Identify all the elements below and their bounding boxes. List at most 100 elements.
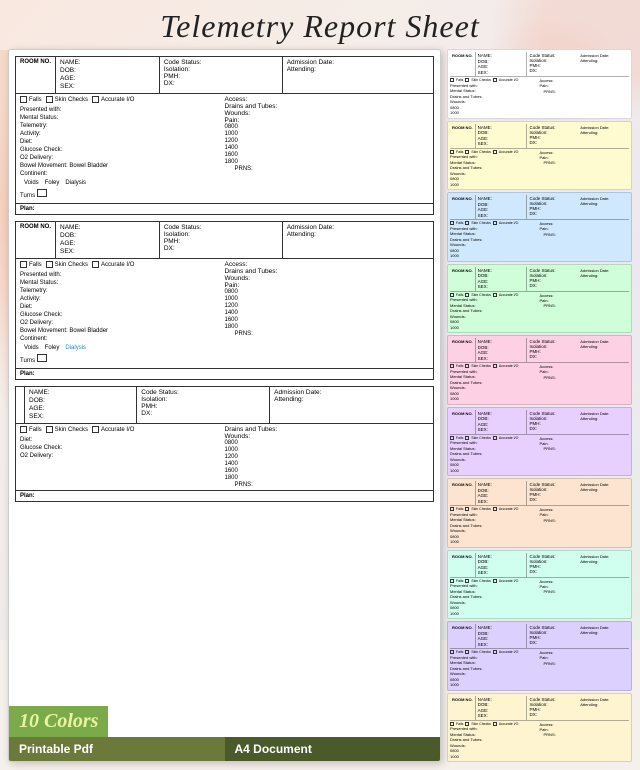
voiding-row: Voids Foley Dialysis [20,179,225,187]
patient-info-3: NAME: DOB: AGE: SEX: [25,387,137,423]
cv-right-pink: Access: Pain: PRNS: [538,364,630,402]
cv-admission-yellow: Admission Date: Attending: [578,124,629,148]
form-left-2: Falls Skin Checks Accurate I/O [20,261,225,366]
cv-patient-mint: NAME: DOB: AGE: SEX: [476,553,528,577]
cv-right-blue: Access: Pain: PRNS: [538,221,630,259]
cv-header-peach: ROOM NO. NAME: DOB: AGE: SEX: Code Statu… [450,481,629,506]
form-body-1: Falls Skin Checks Accurate I/O [16,94,433,203]
cv-inner-lavender: ROOM NO. NAME: DOB: AGE: SEX: Code Statu… [448,622,631,690]
prns-area-2: PRNS: [235,331,430,337]
sex-field: SEX: [60,83,155,90]
cv-patient-yellow: NAME: DOB: AGE: SEX: [476,124,528,148]
cv-body-pink: Falls Skin Checks Accurate I/O Presented… [450,364,629,402]
cv-room-white: ROOM NO. [450,52,476,76]
falls-label: Falls [29,97,42,103]
age-field: AGE: [60,75,155,82]
form-left-1: Falls Skin Checks Accurate I/O [20,96,225,201]
cv-body-yellow: Falls Skin Checks Accurate I/O Presented… [450,150,629,188]
foley-label: Foley [45,180,60,186]
form-header-2: ROOM NO. NAME: DOB: AGE: SEX: Code Statu… [16,222,433,259]
pmh-label: PMH: [164,73,278,80]
cv-right-peach: Access: Pain: PRNS: [538,507,630,545]
color-variant-peach: ROOM NO. NAME: DOB: AGE: SEX: Code Statu… [447,478,632,548]
color-variant-pink: ROOM NO. NAME: DOB: AGE: SEX: Code Statu… [447,335,632,405]
cv-left-green: Falls Skin Checks Accurate I/O Presented… [450,293,538,331]
cv-code-purple: Code Status: Isolation: PMH: DX: [527,410,578,434]
room-no-label: ROOM NO. [16,57,56,93]
cv-admission-white: Admission Date: Attending: [578,52,629,76]
cv-left-cream: Falls Skin Checks Accurate I/O Presented… [450,722,538,760]
cv-admission-purple: Admission Date: Attending: [578,410,629,434]
color-variant-green: ROOM NO. NAME: DOB: AGE: SEX: Code Statu… [447,264,632,334]
patient-info-2: NAME: DOB: AGE: SEX: [56,222,160,258]
dialysis-label: Dialysis [65,180,86,186]
falls-cb-box [20,96,27,103]
cv-room-yellow: ROOM NO. [450,124,476,148]
color-variant-cream: ROOM NO. NAME: DOB: AGE: SEX: Code Statu… [447,693,632,763]
cv-code-lavender: Code Status: Isolation: PMH: DX: [527,624,578,648]
form-right-1: Access: Drains and Tubes: Wounds: Pain: … [225,96,430,201]
cv-left-pink: Falls Skin Checks Accurate I/O Presented… [450,364,538,402]
cv-right-green: Access: Pain: PRNS: [538,293,630,331]
cv-header-blue: ROOM NO. NAME: DOB: AGE: SEX: Code Statu… [450,195,629,220]
cv-patient-cream: NAME: DOB: AGE: SEX: [476,696,528,720]
cv-inner-cream: ROOM NO. NAME: DOB: AGE: SEX: Code Statu… [448,694,631,762]
admission-col-3: Admission Date: Attending: [270,387,433,423]
cv-header-pink: ROOM NO. NAME: DOB: AGE: SEX: Code Statu… [450,338,629,363]
patient-info-1: NAME: DOB: AGE: SEX: [56,57,160,93]
report-form: ROOM NO. NAME: DOB: AGE: SEX: Code Statu… [15,56,434,502]
cv-room-mint: ROOM NO. [450,553,476,577]
cv-body-blue: Falls Skin Checks Accurate I/O Presented… [450,221,629,259]
cv-left-blue: Falls Skin Checks Accurate I/O Presented… [450,221,538,259]
form-left-3: Falls Skin Checks Accurate I/O [20,426,225,488]
cv-room-peach: ROOM NO. [450,481,476,505]
main-container: Telemetry Report Sheet ROOM NO. NAME: DO… [0,0,640,640]
cv-right-lavender: Access: Pain: PRNS: [538,650,630,688]
skin-checks-label: Skin Checks [55,97,88,103]
cv-code-blue: Code Status: Isolation: PMH: DX: [527,195,578,219]
color-variant-purple: ROOM NO. NAME: DOB: AGE: SEX: Code Statu… [447,407,632,477]
colors-label-container: 10 Colors [9,706,108,737]
form-body-2: Falls Skin Checks Accurate I/O [16,259,433,368]
code-status-col-2: Code Status: Isolation: PMH: DX: [160,222,283,258]
code-status-col-3: Code Status: Isolation: PMH: DX: [137,387,270,423]
cv-body-peach: Falls Skin Checks Accurate I/O Presented… [450,507,629,545]
cv-header-green: ROOM NO. NAME: DOB: AGE: SEX: Code Statu… [450,267,629,292]
turns-box [37,189,47,197]
voids-label: Voids [24,180,39,186]
checkboxes-row-2: Falls Skin Checks Accurate I/O [20,261,225,270]
time-1800: 1800 [225,159,430,165]
cv-left-peach: Falls Skin Checks Accurate I/O Presented… [450,507,538,545]
isolation-label: Isolation: [164,66,278,73]
content-area: ROOM NO. NAME: DOB: AGE: SEX: Code Statu… [0,49,640,770]
glucose-check: Glucose Check: [20,147,225,153]
prns-label: PRNS: [235,166,253,172]
skin-checkbox-2: Skin Checks [46,261,88,268]
cv-room-purple: ROOM NO. [450,410,476,434]
cv-patient-green: NAME: DOB: AGE: SEX: [476,267,528,291]
document-preview: ROOM NO. NAME: DOB: AGE: SEX: Code Statu… [8,49,441,762]
cv-header-mint: ROOM NO. NAME: DOB: AGE: SEX: Code Statu… [450,553,629,578]
cv-code-peach: Code Status: Isolation: PMH: DX: [527,481,578,505]
cv-body-lavender: Falls Skin Checks Accurate I/O Presented… [450,650,629,688]
cv-inner-white: ROOM NO. NAME: DOB: AGE: SEX: Code Statu… [448,50,631,118]
color-variant-white: ROOM NO. NAME: DOB: AGE: SEX: Code Statu… [447,49,632,119]
cv-header-white: ROOM NO. NAME: DOB: AGE: SEX: Code Statu… [450,52,629,77]
name-field: NAME: [60,59,155,66]
telemetry: Telemetry: [20,123,225,129]
cv-code-green: Code Status: Isolation: PMH: DX: [527,267,578,291]
cv-left-mint: Falls Skin Checks Accurate I/O Presented… [450,579,538,617]
time-1200: 1200 [225,138,430,144]
cv-header-cream: ROOM NO. NAME: DOB: AGE: SEX: Code Statu… [450,696,629,721]
cv-header-purple: ROOM NO. NAME: DOB: AGE: SEX: Code Statu… [450,410,629,435]
turns-row: Turns [20,189,225,199]
form-body-3: Falls Skin Checks Accurate I/O [16,424,433,490]
times-col-2: 0800 1000 1200 1400 1600 1800 [225,289,430,331]
cv-code-cream: Code Status: Isolation: PMH: DX: [527,696,578,720]
skin-checks-checkbox: Skin Checks [46,96,88,103]
cv-right-yellow: Access: Pain: PRNS: [538,150,630,188]
cv-code-mint: Code Status: Isolation: PMH: DX: [527,553,578,577]
cv-inner-mint: ROOM NO. NAME: DOB: AGE: SEX: Code Statu… [448,551,631,619]
colors-label: 10 Colors [19,710,98,732]
voiding-row-2: Voids Foley Dialysis [20,344,225,352]
